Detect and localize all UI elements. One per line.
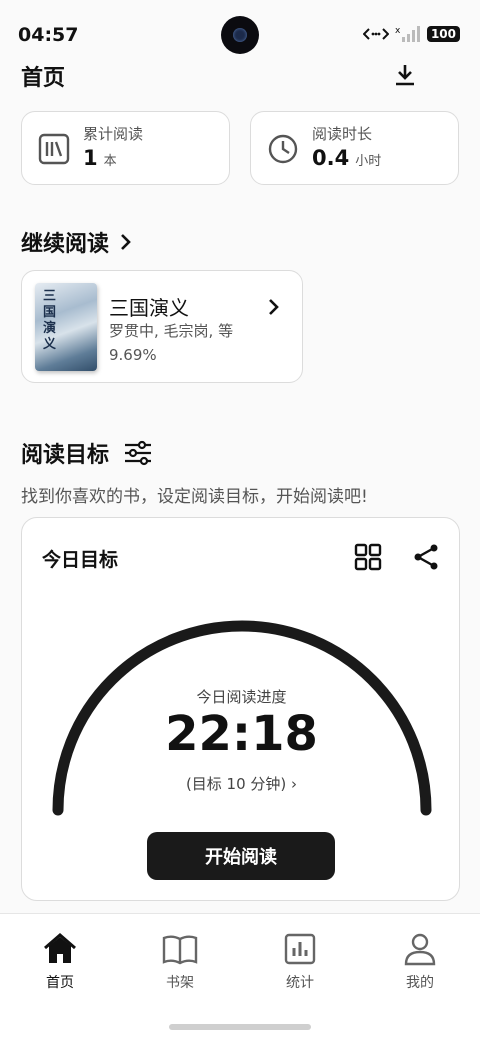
- progress-time: 22:18: [165, 706, 318, 762]
- book-cover: 三国演义: [35, 283, 97, 371]
- section-title: 阅读目标: [21, 443, 110, 468]
- chevron-right-icon: [269, 299, 279, 315]
- book-card[interactable]: 三国演义 三国演义 罗贯中, 毛宗岗, 等 9.69%: [21, 270, 303, 383]
- tab-label: 书架: [166, 975, 194, 991]
- page-title: 首页: [21, 66, 66, 91]
- download-icon[interactable]: [392, 62, 418, 88]
- home-icon: [44, 933, 76, 963]
- book-icon: [162, 935, 198, 965]
- status-time: 04:57: [18, 24, 79, 46]
- stat-card-reading-time[interactable]: 阅读时长 0.4 小时: [250, 111, 459, 185]
- chart-icon: [284, 933, 316, 965]
- front-camera: [221, 16, 259, 54]
- stat-value: 0.4 小时: [312, 146, 382, 170]
- chevron-right-icon: [121, 234, 131, 250]
- tab-profile[interactable]: 我的: [380, 930, 460, 992]
- book-author: 罗贯中, 毛宗岗, 等: [109, 322, 234, 340]
- svg-text:x: x: [395, 26, 401, 36]
- book-title: 三国演义: [109, 296, 189, 320]
- tab-label: 我的: [406, 975, 434, 991]
- tab-label: 统计: [286, 975, 314, 991]
- progress-label: 今日阅读进度: [196, 688, 287, 706]
- cover-title: 三国演义: [43, 289, 57, 352]
- data-transfer-icon: [362, 28, 389, 40]
- home-indicator[interactable]: [169, 1024, 311, 1030]
- battery-indicator: 100: [426, 26, 460, 42]
- continue-reading-header[interactable]: 继续阅读: [21, 226, 133, 258]
- start-reading-button[interactable]: 开始阅读: [147, 832, 335, 880]
- stat-label: 阅读时长: [312, 125, 373, 143]
- stat-value: 1本: [83, 146, 117, 170]
- stat-label: 累计阅读: [83, 125, 144, 143]
- tab-statistics[interactable]: 统计: [260, 930, 340, 992]
- stat-card-total-books[interactable]: 累计阅读 1本: [21, 111, 230, 185]
- tab-bookshelf[interactable]: 书架: [140, 930, 220, 992]
- status-bar: 04:57 x 100: [0, 0, 480, 60]
- library-icon: [38, 133, 70, 165]
- book-progress: 9.69%: [109, 346, 157, 364]
- reading-goal-description: 找到你喜欢的书，设定阅读目标，开始阅读吧!: [21, 487, 368, 507]
- header: 首页: [0, 58, 480, 94]
- user-icon: [404, 933, 436, 966]
- bottom-tab-bar: 首页 书架 统计 我的: [0, 913, 480, 1039]
- clock-icon: [268, 134, 298, 164]
- section-title: 继续阅读: [21, 232, 110, 257]
- signal-icon: x: [395, 26, 420, 42]
- today-goal-card: 今日目标 今日阅读进度 22:18 (目标 10 分钟) › 开始阅读: [21, 517, 460, 901]
- reading-goal-header: 阅读目标: [21, 437, 153, 469]
- tab-label: 首页: [46, 975, 74, 991]
- goal-target-link[interactable]: (目标 10 分钟) ›: [22, 773, 461, 794]
- tab-home[interactable]: 首页: [20, 930, 100, 992]
- settings-sliders-icon[interactable]: [123, 440, 153, 466]
- status-icons: x 100: [362, 25, 460, 43]
